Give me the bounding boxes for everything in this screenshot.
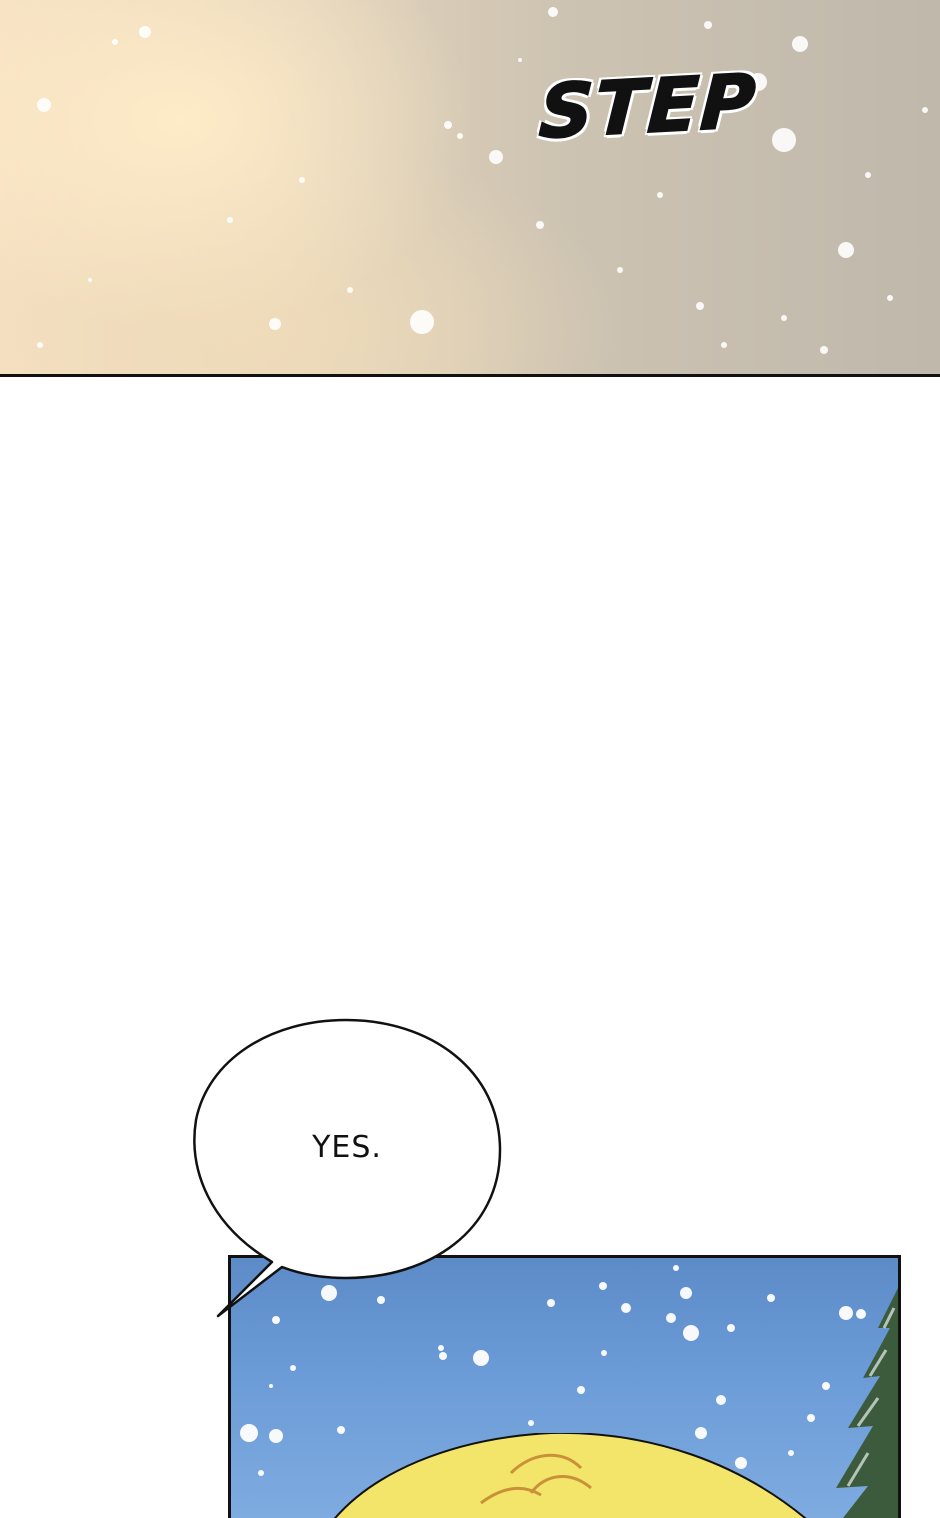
top-panel: STEP (0, 0, 940, 377)
snow-particles-top (37, 7, 928, 354)
pine-tree (836, 1288, 898, 1518)
bottom-panel (228, 1255, 901, 1518)
character-hair (334, 1433, 807, 1518)
sound-effect-text: STEP (536, 57, 760, 156)
speech-bubble-text: YES. (312, 1130, 382, 1165)
